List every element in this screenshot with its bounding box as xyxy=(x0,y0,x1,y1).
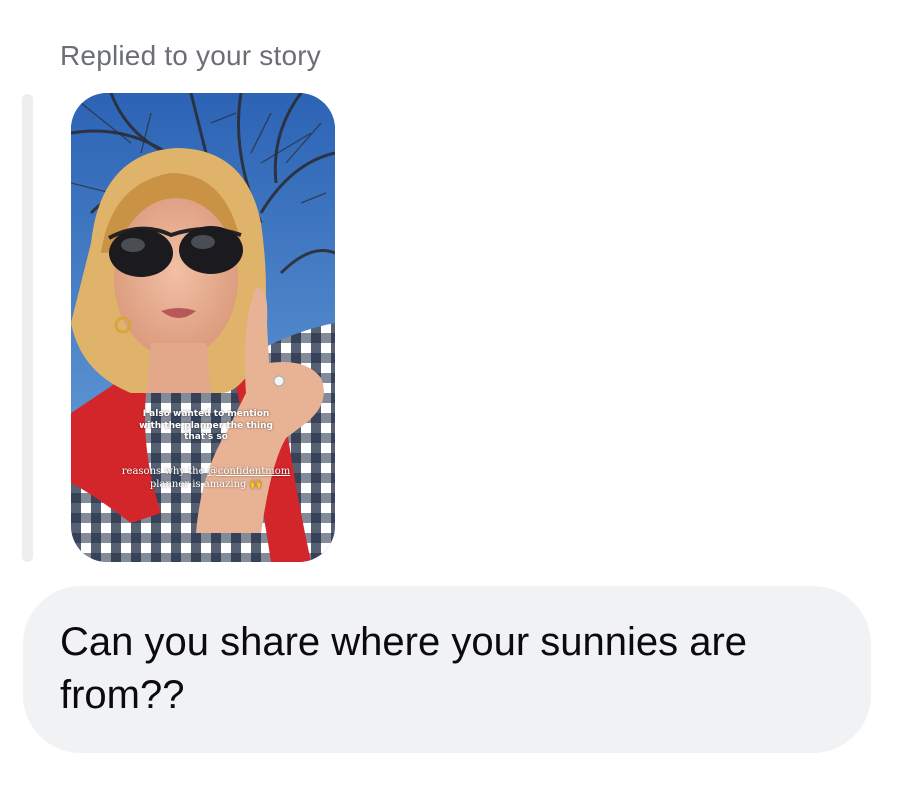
story-subtitle-suffix: planner is amazing xyxy=(149,479,247,490)
story-subtitle: reasons why the @confidentmom planner is… xyxy=(111,465,301,491)
message-bubble[interactable]: Can you share where your sunnies are fro… xyxy=(23,586,871,753)
dm-thread: Replied to your story I also wanted to m… xyxy=(0,0,913,805)
reply-context-label: Replied to your story xyxy=(60,40,321,71)
raised-hands-emoji: 🙌 xyxy=(249,479,263,490)
quote-indicator-bar xyxy=(22,94,33,562)
message-text: Can you share where your sunnies are fro… xyxy=(60,620,748,717)
story-photo xyxy=(71,93,335,562)
story-caption: I also wanted to mention with the planne… xyxy=(139,409,273,442)
story-preview[interactable]: I also wanted to mention with the planne… xyxy=(71,93,335,562)
story-mention-link[interactable]: @confidentmom xyxy=(208,466,291,477)
story-subtitle-prefix: reasons why the xyxy=(121,466,205,477)
